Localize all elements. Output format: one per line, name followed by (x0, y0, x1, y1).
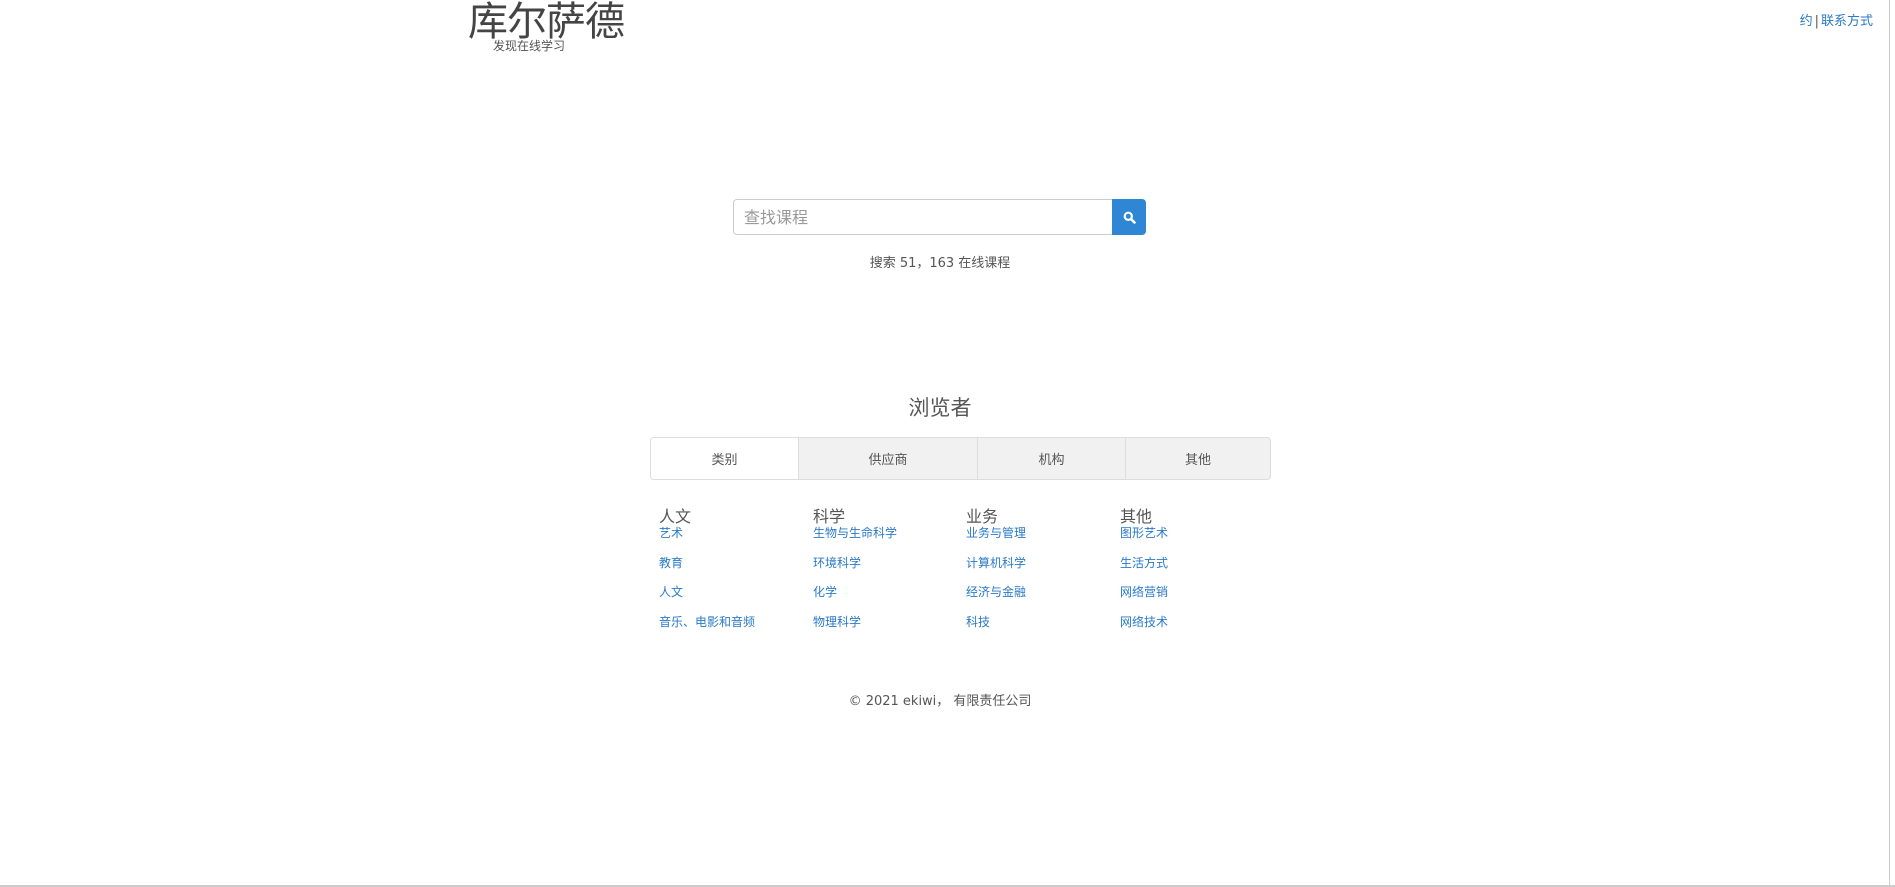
category-link[interactable]: 音乐、电影和音频 (659, 614, 755, 644)
category-link[interactable]: 物理科学 (813, 614, 897, 644)
top-links: 约 | 联系方式 (1800, 10, 1873, 29)
category-link[interactable]: 网络技术 (1120, 614, 1168, 644)
tab-other[interactable]: 其他 (1125, 438, 1270, 479)
browse-tabs: 类别 供应商 机构 其他 (650, 437, 1271, 480)
course-count: 搜索 51，163 在线课程 (869, 256, 1011, 271)
category-link[interactable]: 生物与生命科学 (813, 525, 897, 555)
footer-copyright: © 2021 ekiwi， 有限责任公司 (848, 694, 1032, 709)
browse-title: 浏览者 (908, 396, 972, 420)
contact-link[interactable]: 联系方式 (1821, 14, 1873, 29)
category-link[interactable]: 教育 (659, 555, 755, 585)
category-link[interactable]: 人文 (659, 584, 755, 614)
category-column-science: 科学 生物与生命科学 环境科学 化学 物理科学 (813, 503, 897, 643)
tab-institutions[interactable]: 机构 (977, 438, 1125, 479)
category-link[interactable]: 图形艺术 (1120, 525, 1168, 555)
site-tagline: 发现在线学习 (493, 39, 566, 53)
category-link[interactable]: 经济与金融 (966, 584, 1026, 614)
search-icon (1123, 211, 1136, 224)
category-heading: 其他 (1120, 507, 1153, 526)
category-link[interactable]: 化学 (813, 584, 897, 614)
category-link[interactable]: 艺术 (659, 525, 755, 555)
search-input[interactable] (733, 199, 1113, 235)
category-heading: 业务 (966, 507, 999, 526)
category-link[interactable]: 环境科学 (813, 555, 897, 585)
category-link[interactable]: 科技 (966, 614, 1026, 644)
category-heading: 科学 (813, 507, 846, 526)
category-link[interactable]: 生活方式 (1120, 555, 1168, 585)
category-link[interactable]: 计算机科学 (966, 555, 1026, 585)
category-column-business: 业务 业务与管理 计算机科学 经济与金融 科技 (966, 503, 1026, 643)
tab-categories[interactable]: 类别 (651, 438, 798, 479)
category-link[interactable]: 业务与管理 (966, 525, 1026, 555)
tab-providers[interactable]: 供应商 (798, 438, 977, 479)
category-link[interactable]: 网络营销 (1120, 584, 1168, 614)
category-column-humanities: 人文 艺术 教育 人文 音乐、电影和音频 (659, 503, 755, 643)
link-separator: | (1814, 14, 1819, 29)
category-heading: 人文 (659, 507, 692, 526)
vertical-scrollbar[interactable] (1889, 0, 1895, 887)
about-link[interactable]: 约 (1800, 14, 1813, 29)
search-button[interactable] (1112, 199, 1146, 235)
category-column-other: 其他 图形艺术 生活方式 网络营销 网络技术 (1120, 503, 1168, 643)
